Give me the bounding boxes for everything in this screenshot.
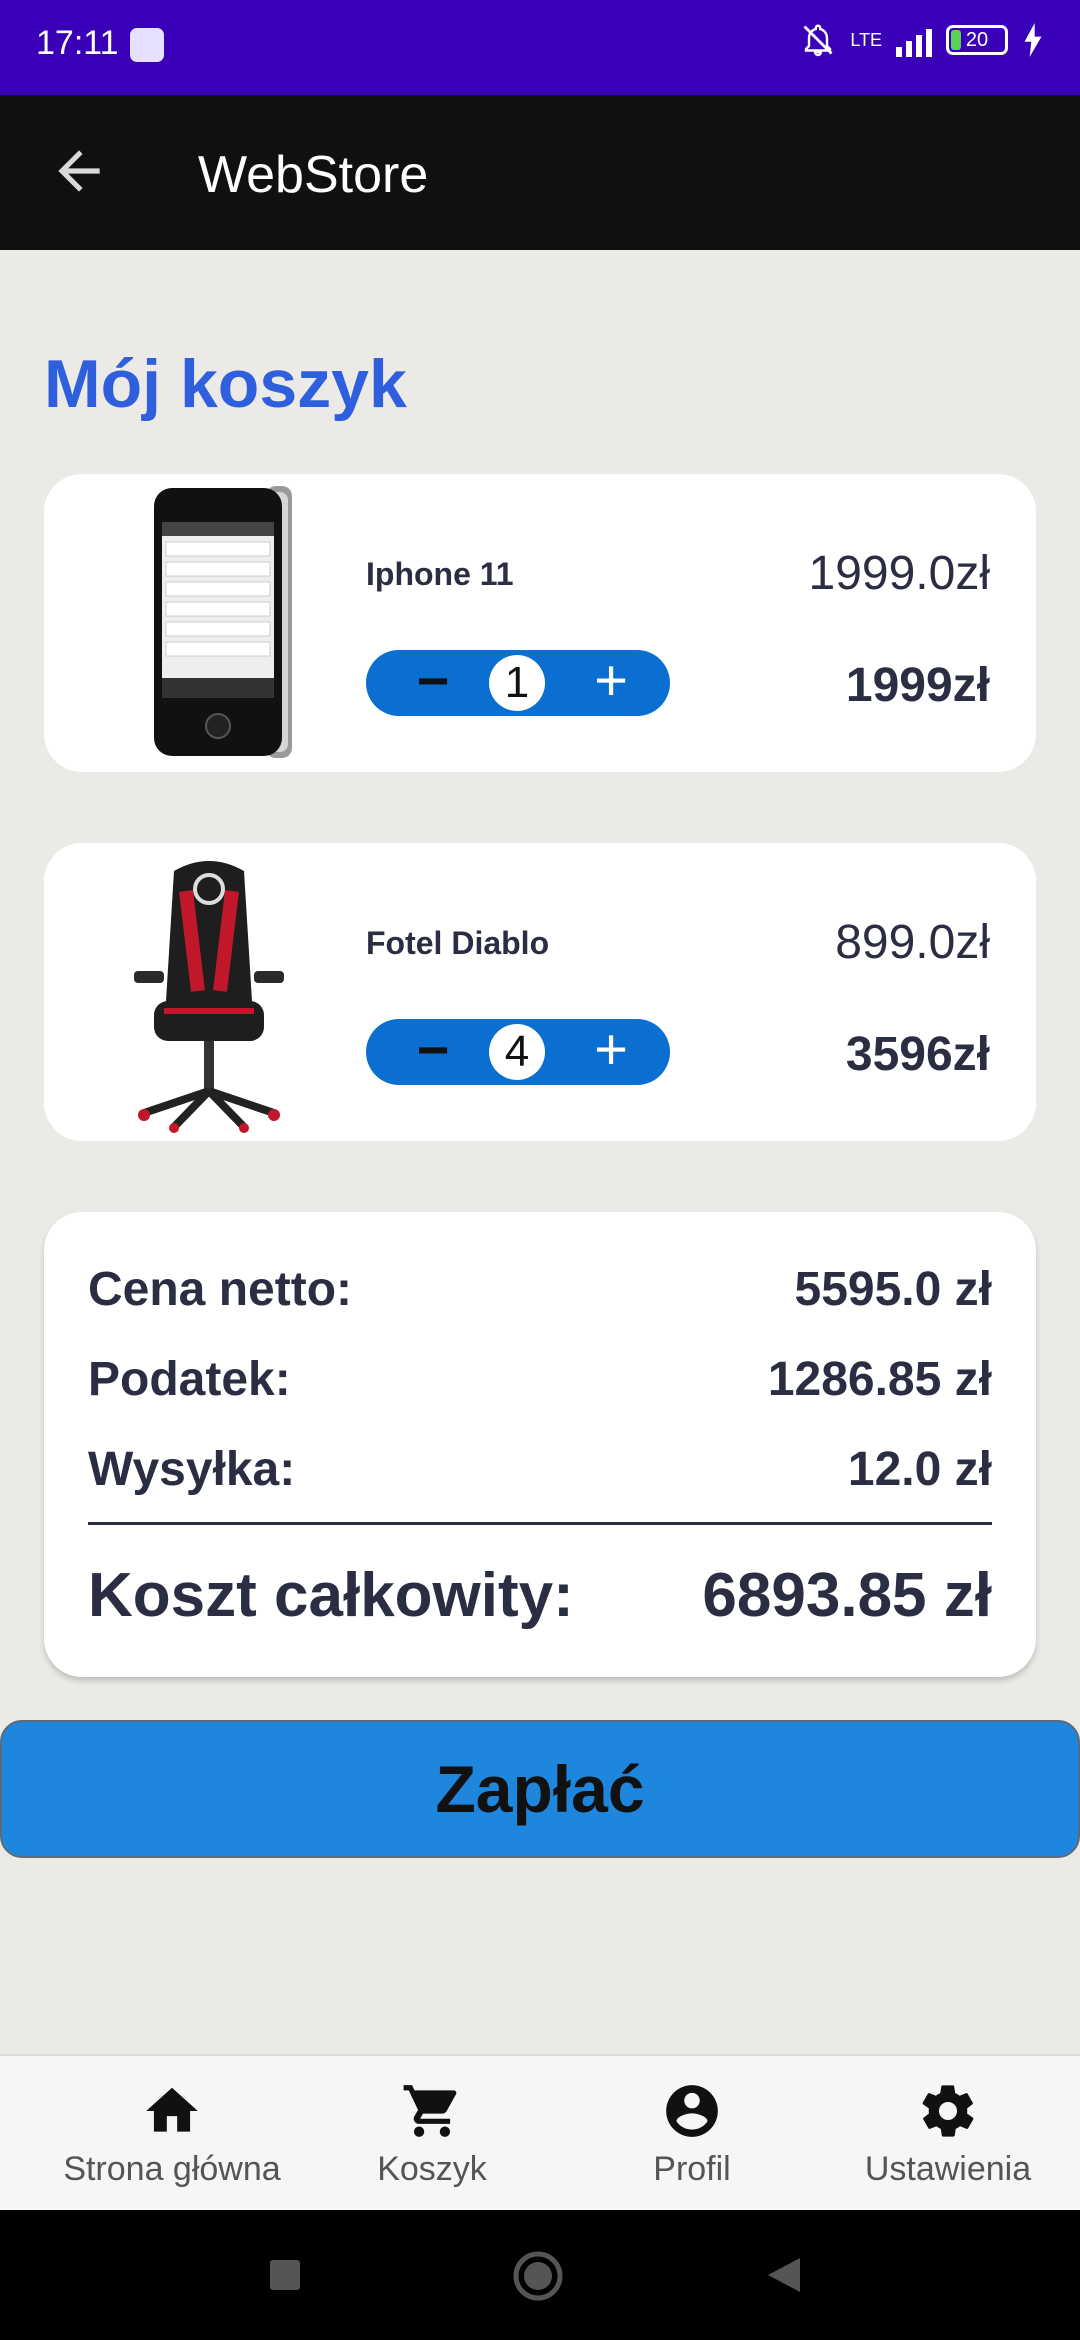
bottom-navigation: Strona główna Koszyk Profil Ustawienia — [0, 2054, 1080, 2210]
quantity-value: 4 — [489, 1024, 545, 1080]
nav-item-home[interactable]: Strona główna — [42, 2080, 302, 2189]
summary-divider — [88, 1522, 992, 1525]
quantity-stepper: − 4 + — [366, 1019, 670, 1085]
total-value: 6893.85 zł — [702, 1561, 992, 1630]
net-price-value: 5595.0 zł — [794, 1263, 992, 1316]
nav-item-profile[interactable]: Profil — [562, 2080, 822, 2189]
decrease-button[interactable]: − — [408, 1022, 458, 1079]
page-title: Mój koszyk — [44, 346, 407, 422]
cart-item: Iphone 11 1999.0zł − 1 + 1999zł — [44, 474, 1036, 772]
home-icon — [146, 2087, 198, 2132]
quantity-value: 1 — [489, 655, 545, 711]
phone-icon — [154, 486, 292, 758]
nav-label: Ustawienia — [864, 2150, 1032, 2188]
notification-icon — [130, 28, 164, 62]
total-label: Koszt całkowity: — [88, 1561, 574, 1630]
tax-row: Podatek: 1286.85 zł — [88, 1352, 992, 1407]
battery-icon: 20 — [946, 25, 1008, 55]
item-line-total: 1999zł — [845, 659, 990, 712]
arrow-left-icon[interactable] — [48, 140, 110, 202]
item-line-total: 3596zł — [845, 1028, 990, 1081]
battery-level: 20 — [965, 29, 989, 51]
recents-icon[interactable] — [268, 2258, 302, 2292]
cart-item: Fotel Diablo 899.0zł − 4 + 3596zł — [44, 843, 1036, 1141]
shipping-row: Wysyłka: 12.0 zł — [88, 1442, 992, 1497]
gaming-chair-icon — [134, 861, 284, 1133]
status-bar: 17:11 LTE 20 — [0, 0, 1080, 95]
tax-label: Podatek: — [88, 1353, 291, 1406]
pay-button[interactable]: Zapłać — [0, 1720, 1080, 1858]
total-row: Koszt całkowity: 6893.85 zł — [88, 1560, 992, 1631]
nav-label: Koszyk — [377, 2150, 487, 2188]
nav-item-settings[interactable]: Ustawienia — [818, 2080, 1078, 2189]
network-type: LTE — [850, 30, 882, 50]
shipping-label: Wysyłka: — [88, 1443, 296, 1496]
tax-value: 1286.85 zł — [767, 1353, 992, 1406]
account-circle-icon — [666, 2085, 718, 2137]
app-bar: WebStore — [0, 95, 1080, 250]
net-price-row: Cena netto: 5595.0 zł — [88, 1262, 992, 1317]
gear-icon — [922, 2085, 974, 2137]
back-triangle-icon[interactable] — [766, 2256, 802, 2294]
net-price-label: Cena netto: — [88, 1263, 352, 1316]
cart-icon — [403, 2085, 457, 2137]
status-time: 17:11 — [36, 24, 119, 62]
decrease-button[interactable]: − — [408, 653, 458, 710]
item-unit-price: 1999.0zł — [808, 547, 990, 600]
item-unit-price: 899.0zł — [835, 916, 990, 969]
bell-off-icon — [803, 24, 833, 57]
nav-item-cart[interactable]: Koszyk — [302, 2080, 562, 2189]
order-summary: Cena netto: 5595.0 zł Podatek: 1286.85 z… — [44, 1212, 1036, 1677]
system-navigation-bar — [0, 2210, 1080, 2340]
increase-button[interactable]: + — [586, 1021, 636, 1079]
item-name: Iphone 11 — [366, 556, 514, 592]
increase-button[interactable]: + — [586, 652, 636, 710]
app-title: WebStore — [198, 146, 429, 204]
status-icons: LTE 20 — [800, 22, 1044, 58]
shipping-value: 12.0 zł — [847, 1443, 992, 1496]
signal-icon — [896, 23, 932, 57]
quantity-stepper: − 1 + — [366, 650, 670, 716]
nav-label: Strona główna — [63, 2150, 281, 2188]
charging-icon — [1024, 23, 1042, 57]
nav-label: Profil — [653, 2150, 731, 2188]
home-circle-icon[interactable] — [512, 2250, 564, 2302]
item-name: Fotel Diablo — [366, 925, 550, 961]
